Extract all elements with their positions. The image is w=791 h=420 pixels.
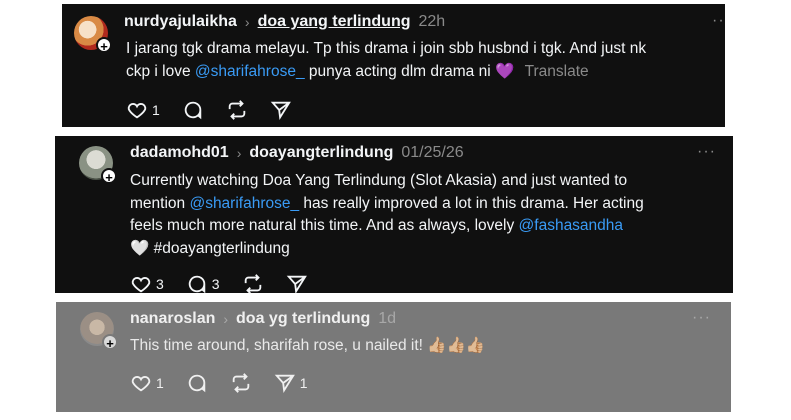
repost-button[interactable] (226, 99, 248, 121)
share-button[interactable] (286, 273, 308, 295)
username[interactable]: nanaroslan (130, 310, 215, 328)
post-time: 22h (418, 13, 446, 30)
translate-link[interactable]: Translate (525, 63, 589, 80)
topic-tag[interactable]: doayangterlindung (249, 144, 393, 162)
comment-icon (188, 374, 206, 393)
mention-link[interactable]: @fashasandha (519, 217, 624, 234)
reply-count: 3 (211, 276, 220, 292)
repost-button[interactable] (242, 273, 264, 295)
like-button[interactable]: 1 (130, 372, 164, 394)
more-options-icon[interactable]: ·· (712, 12, 725, 30)
share-button[interactable]: 1 (274, 372, 308, 394)
chevron-right-icon: › (223, 311, 229, 327)
like-count: 1 (152, 102, 160, 118)
like-count: 3 (156, 276, 164, 292)
username[interactable]: nurdyajulaikha (124, 13, 237, 31)
post-time: 1d (378, 310, 397, 327)
hashtag-line[interactable]: 🤍 #doayangterlindung (130, 240, 290, 257)
share-count: 1 (299, 375, 308, 391)
purple-heart-emoji: 💜 (494, 62, 515, 80)
reply-button[interactable] (186, 372, 208, 394)
repost-icon (232, 373, 250, 393)
topic-tag[interactable]: doa yang terlindung (258, 13, 411, 31)
like-button[interactable]: 3 (130, 273, 164, 295)
post-card-2[interactable]: + dadamohd01 › doayangterlindung 01/25/2… (55, 136, 733, 295)
follow-plus-icon[interactable]: + (101, 168, 117, 185)
post-time: 01/25/26 (401, 144, 464, 161)
post-card-1[interactable]: + nurdyajulaikha › doa yang terlindung 2… (62, 4, 725, 127)
more-options-icon[interactable]: ··· (692, 309, 711, 327)
mention-link[interactable]: @sharifahrose_ (189, 195, 299, 212)
repost-icon (228, 100, 246, 120)
comment-icon (188, 275, 206, 294)
share-button[interactable] (270, 99, 292, 121)
mention-link[interactable]: @sharifahrose_ (195, 63, 305, 80)
send-icon (274, 374, 295, 394)
reply-button[interactable]: 3 (186, 273, 220, 295)
post-text: I jarang tgk drama melayu. Tp this drama… (126, 40, 647, 80)
repost-icon (244, 274, 261, 294)
chevron-right-icon: › (236, 145, 242, 161)
heart-icon (131, 277, 151, 293)
chevron-right-icon: › (244, 14, 250, 30)
heart-icon (127, 103, 147, 119)
topic-tag[interactable]: doa yg terlindung (236, 310, 370, 328)
like-count: 1 (156, 375, 164, 391)
post-card-3[interactable]: + nanaroslan › doa yg terlindung 1d ··· … (56, 302, 731, 412)
post-text: This time around, sharifah rose, u naile… (130, 337, 486, 354)
heart-icon (131, 376, 151, 392)
send-icon (286, 275, 307, 295)
follow-plus-icon[interactable]: + (102, 334, 118, 351)
follow-plus-icon[interactable]: + (96, 37, 112, 54)
username[interactable]: dadamohd01 (130, 144, 229, 162)
comment-icon (184, 101, 202, 120)
send-icon (270, 101, 291, 121)
repost-button[interactable] (230, 372, 252, 394)
more-options-icon[interactable]: ··· (697, 143, 716, 161)
like-button[interactable]: 1 (126, 99, 160, 121)
reply-button[interactable] (182, 99, 204, 121)
post-text: Currently watching Doa Yang Terlindung (… (130, 172, 644, 257)
